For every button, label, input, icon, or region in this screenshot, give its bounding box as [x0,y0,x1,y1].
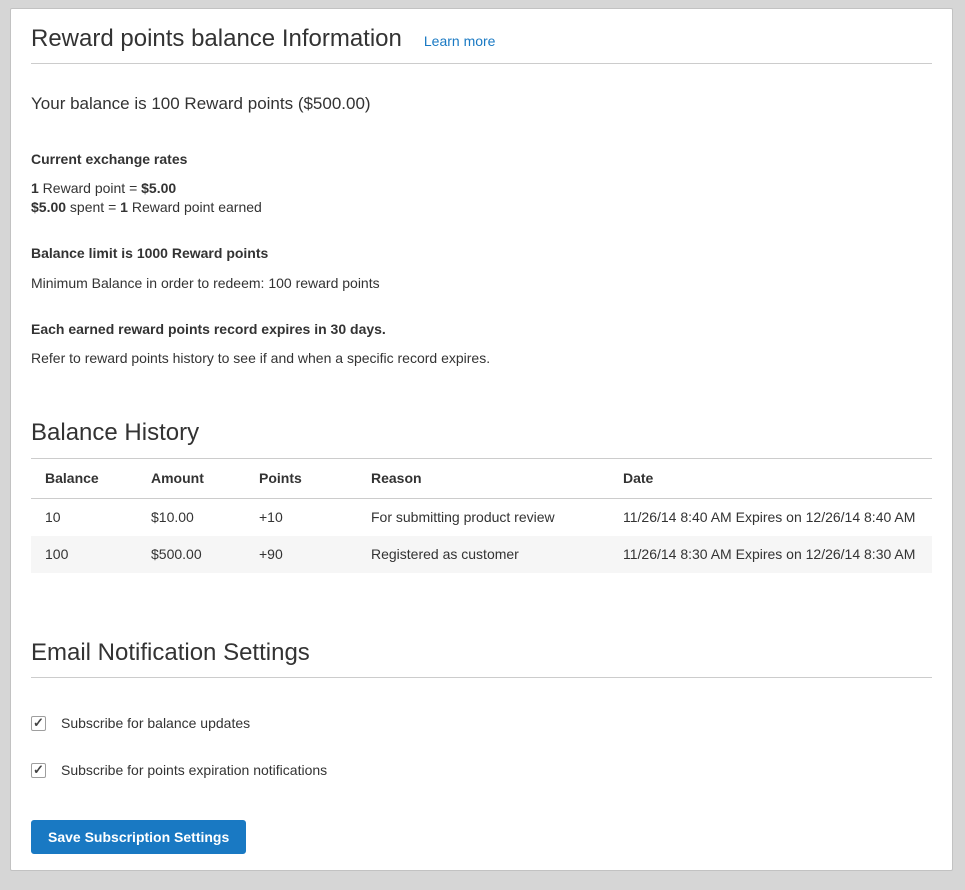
exchange-rates: 1 Reward point = $5.00 $5.00 spent = 1 R… [31,179,932,217]
column-header-date: Date [609,459,932,499]
earned-suffix-text: Reward point earned [128,199,262,215]
notifications-divider [31,677,932,678]
rate-currency-to-point: $5.00 spent = 1 Reward point earned [31,198,932,217]
balance-updates-checkbox[interactable] [31,716,46,731]
cell-points: +90 [245,536,357,573]
balance-summary: Your balance is 100 Reward points ($500.… [31,94,932,114]
balance-history-table: Balance Amount Points Reason Date 10 $10… [31,458,932,573]
cell-balance: 100 [31,536,137,573]
table-row: 100 $500.00 +90 Registered as customer 1… [31,536,932,573]
cell-points: +10 [245,499,357,537]
spend-currency-value: $5.00 [31,199,66,215]
earned-points-value: 1 [120,199,128,215]
header-divider [31,63,932,64]
balance-limit-text: Balance limit is 1000 Reward points [31,245,932,262]
spend-equals-text: spent = [66,199,120,215]
cell-date: 11/26/14 8:40 AM Expires on 12/26/14 8:4… [609,499,932,537]
save-subscription-settings-button[interactable]: Save Subscription Settings [31,820,246,854]
rate-equals-text: Reward point = [39,180,141,196]
balance-history-title: Balance History [31,417,932,449]
cell-amount: $500.00 [137,536,245,573]
rate-point-to-currency: 1 Reward point = $5.00 [31,179,932,198]
rate-currency-value: $5.00 [141,180,176,196]
cell-amount: $10.00 [137,499,245,537]
cell-reason: Registered as customer [357,536,609,573]
cell-date: 11/26/14 8:30 AM Expires on 12/26/14 8:3… [609,536,932,573]
reward-points-panel: Reward points balance Information Learn … [10,8,953,871]
column-header-amount: Amount [137,459,245,499]
exchange-rates-heading: Current exchange rates [31,151,932,168]
min-balance-text: Minimum Balance in order to redeem: 100 … [31,275,932,292]
email-notification-settings-title: Email Notification Settings [31,637,932,669]
table-row: 10 $10.00 +10 For submitting product rev… [31,499,932,537]
table-header-row: Balance Amount Points Reason Date [31,459,932,499]
balance-updates-label: Subscribe for balance updates [61,715,250,731]
learn-more-link[interactable]: Learn more [424,33,496,49]
column-header-points: Points [245,459,357,499]
column-header-balance: Balance [31,459,137,499]
expiration-note: Refer to reward points history to see if… [31,350,932,367]
rate-points-value: 1 [31,180,39,196]
points-expiration-checkbox[interactable] [31,763,46,778]
cell-reason: For submitting product review [357,499,609,537]
points-expiration-label: Subscribe for points expiration notifica… [61,762,327,778]
balance-updates-option: Subscribe for balance updates [31,715,932,731]
page-title: Reward points balance Information [31,23,402,55]
page-header: Reward points balance Information Learn … [31,23,932,55]
expiration-notice: Each earned reward points record expires… [31,321,932,338]
cell-balance: 10 [31,499,137,537]
column-header-reason: Reason [357,459,609,499]
points-expiration-option: Subscribe for points expiration notifica… [31,762,932,778]
